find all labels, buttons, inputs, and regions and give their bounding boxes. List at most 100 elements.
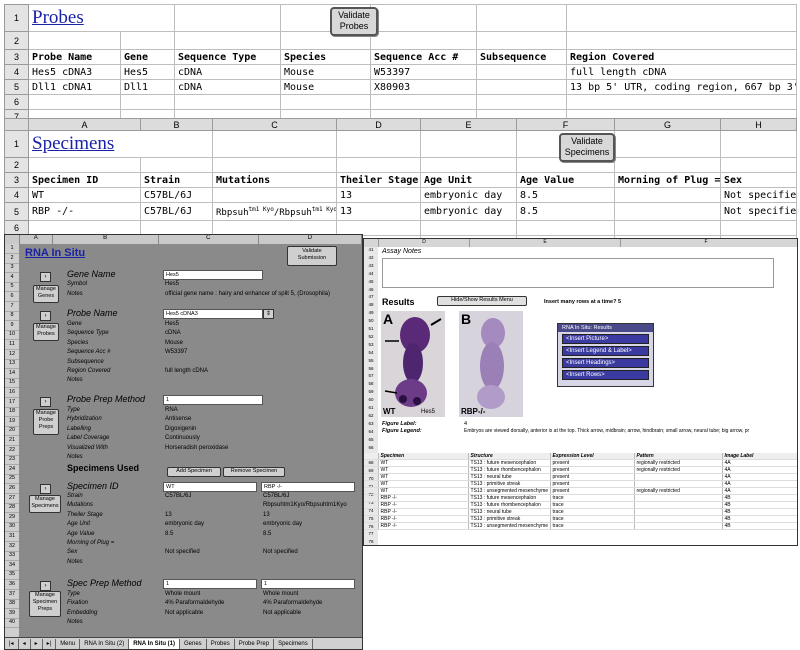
row-header[interactable]: 25	[5, 474, 19, 485]
tab-menu[interactable]: Menu	[56, 638, 81, 649]
header-cell[interactable]: Region Covered	[566, 49, 798, 65]
cell[interactable]: RBP -/-	[378, 501, 469, 509]
cell[interactable]: 4A	[722, 466, 797, 474]
row-header[interactable]: 8	[5, 311, 19, 322]
cell[interactable]	[634, 494, 723, 502]
insert-legend-label-button[interactable]: <Insert Legend & Label>	[562, 346, 649, 356]
cell[interactable]: 4B	[722, 522, 797, 530]
column-header[interactable]: D	[379, 239, 470, 247]
row-header[interactable]: 39	[5, 609, 19, 619]
row-header[interactable]: 7	[5, 302, 19, 312]
cell[interactable]: TS13 : future mesencephalon	[468, 494, 551, 502]
cell[interactable]: TS13 : future mesencephalon	[468, 459, 551, 467]
row-header[interactable]: 14	[5, 369, 19, 379]
header-cell[interactable]: Age Value	[516, 172, 615, 188]
row-header[interactable]: 51	[364, 326, 378, 331]
cell[interactable]: Not specified	[720, 202, 797, 221]
row-header[interactable]: 31	[5, 532, 19, 542]
row-header-1[interactable]: 1	[4, 4, 29, 32]
row-header[interactable]: 18	[5, 407, 19, 418]
row-header-2[interactable]: 2	[4, 31, 29, 50]
cell[interactable]: WT	[378, 480, 469, 488]
row-header[interactable]: 3	[5, 263, 19, 274]
cell[interactable]: TS13 : primitive streak	[468, 515, 551, 523]
corner-cell[interactable]	[4, 118, 29, 131]
cell[interactable]: trace	[550, 522, 635, 530]
probes-title[interactable]: Probes	[32, 7, 84, 28]
row-header[interactable]: 52	[364, 334, 378, 339]
cell[interactable]: Mouse	[280, 79, 372, 95]
row-header[interactable]: 22	[5, 446, 19, 456]
cell[interactable]: 4A	[722, 459, 797, 467]
row-header[interactable]: 65	[364, 437, 378, 442]
header-cell[interactable]: Mutations	[212, 172, 337, 188]
cell[interactable]: TS13 : unsegmented mesenchyme	[468, 522, 551, 530]
row-header[interactable]: 34	[5, 561, 19, 571]
cell[interactable]: C57BL/6J	[140, 187, 213, 203]
header-cell[interactable]: Morning of Plug =	[614, 172, 721, 188]
cell[interactable]: WT	[378, 473, 469, 481]
row-header[interactable]: 41	[364, 247, 378, 252]
row-header-6[interactable]: 6	[4, 94, 29, 110]
row-header[interactable]: 1	[5, 244, 19, 254]
cell[interactable]: 13 bp 5' UTR, coding region, 667 bp 3'UT…	[566, 79, 798, 95]
cell[interactable]: present	[550, 466, 635, 474]
cell[interactable]: embryonic day	[420, 202, 517, 221]
cell[interactable]: TS13 : future rhombencephalon	[468, 466, 551, 474]
chevron-right-icon[interactable]: ›	[40, 272, 51, 282]
row-header-5[interactable]: 5	[4, 202, 29, 221]
cell[interactable]	[634, 508, 723, 516]
tab-probes[interactable]: Probes	[207, 638, 235, 649]
probe-name-field[interactable]: Hes5 cDNA3	[163, 309, 263, 319]
figure-legend-value[interactable]: Embryos are viewed dorsally, anterior is…	[464, 428, 749, 434]
validate-submission-button[interactable]: Validate Submission	[287, 246, 337, 266]
cell[interactable]: present	[550, 480, 635, 488]
column-header[interactable]: D	[336, 118, 421, 131]
row-header[interactable]: 40	[5, 618, 19, 629]
row-header[interactable]: 4	[5, 273, 19, 283]
cell[interactable]: 4B	[722, 515, 797, 523]
cell[interactable]	[212, 187, 337, 203]
row-header[interactable]: 36	[5, 580, 19, 590]
cell[interactable]: 13	[336, 187, 421, 203]
tab-probe-prep[interactable]: Probe Prep	[235, 638, 275, 649]
row-header[interactable]: 49	[364, 310, 378, 315]
row-header[interactable]: 35	[5, 570, 19, 581]
cell[interactable]: 8.5	[516, 202, 615, 221]
cell[interactable]: 4B	[722, 501, 797, 509]
cell[interactable]: cDNA	[174, 79, 282, 95]
cell[interactable]	[634, 522, 723, 530]
prev-sheet-icon[interactable]: ◂	[19, 638, 31, 649]
cell[interactable]: full length cDNA	[566, 64, 798, 80]
row-header[interactable]: 27	[5, 494, 19, 504]
cell[interactable]: regionally restricted	[634, 487, 723, 495]
cell[interactable]: 4A	[722, 480, 797, 488]
row-header[interactable]: 9	[5, 321, 19, 331]
cell[interactable]: RBP -/-	[378, 508, 469, 516]
results-palette-title[interactable]: RNA In Situ: Results	[558, 324, 653, 332]
row-header[interactable]: 77	[364, 531, 378, 536]
row-header[interactable]: 48	[364, 302, 378, 307]
column-header[interactable]: A	[20, 235, 53, 244]
cell[interactable]: 4A	[722, 473, 797, 481]
spec-prep-field-1[interactable]: 1	[163, 579, 257, 589]
assay-notes-field[interactable]	[382, 258, 774, 288]
cell[interactable]	[476, 79, 568, 95]
row-header-3[interactable]: 3	[4, 172, 29, 188]
cell[interactable]: present	[550, 473, 635, 481]
row-header[interactable]: 61	[364, 405, 378, 410]
row-header[interactable]: 23	[5, 455, 19, 466]
cell[interactable]: 4B	[722, 508, 797, 516]
cell[interactable]: C57BL/6J	[140, 202, 213, 221]
row-header[interactable]: 55	[364, 358, 378, 363]
row-header[interactable]: 6	[5, 292, 19, 302]
first-sheet-icon[interactable]: |◂	[5, 638, 19, 649]
row-header[interactable]: 16	[5, 388, 19, 398]
cell[interactable]: regionally restricted	[634, 459, 723, 467]
cell[interactable]: WT	[378, 487, 469, 495]
row-header[interactable]: 17	[5, 398, 19, 408]
tab-rna-in-situ-2[interactable]: RNA In Situ (2)	[80, 638, 130, 649]
corner-cell[interactable]	[5, 235, 20, 244]
spec-prep-field-2[interactable]: 1	[261, 579, 355, 589]
manage-specimen-preps-button[interactable]: Manage Specimen Preps	[29, 591, 61, 617]
